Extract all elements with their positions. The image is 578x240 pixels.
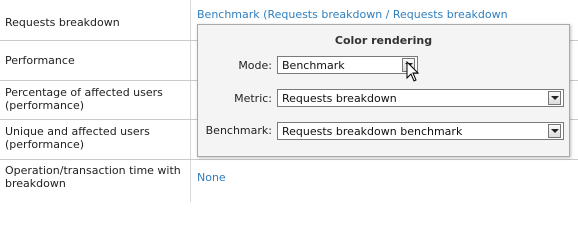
mouse-pointer-icon — [406, 61, 420, 82]
metric-select[interactable]: Requests breakdown — [277, 89, 564, 107]
requests-breakdown-link[interactable]: Benchmark (Requests breakdown / Requests… — [197, 8, 508, 21]
popup-title: Color rendering — [334, 34, 433, 47]
mode-select-value: Benchmark — [282, 59, 345, 72]
mode-label: Mode: — [238, 59, 272, 72]
color-rendering-popup: Color rendering Mode: Benchmark Metric: … — [197, 24, 570, 157]
metric-label: Metric: — [234, 92, 272, 105]
chevron-down-icon[interactable] — [548, 124, 561, 138]
row-label-performance: Performance — [5, 54, 75, 67]
chevron-down-icon[interactable] — [548, 91, 561, 105]
row-label-unique-affected-users: Unique and affected users (performance) — [5, 125, 150, 151]
benchmark-select[interactable]: Requests breakdown benchmark — [277, 122, 564, 140]
table-row: Operation/transaction time with breakdow… — [0, 160, 578, 202]
benchmark-select-value: Requests breakdown benchmark — [282, 125, 463, 138]
operation-time-link[interactable]: None — [197, 171, 226, 184]
metric-select-value: Requests breakdown — [282, 92, 397, 105]
row-label-percentage-affected-users: Percentage of affected users (performanc… — [5, 86, 163, 112]
row-label-requests-breakdown: Requests breakdown — [5, 16, 120, 29]
benchmark-label: Benchmark: — [205, 124, 272, 137]
mode-select[interactable]: Benchmark — [277, 56, 418, 74]
row-label-operation-time: Operation/transaction time with breakdow… — [5, 164, 181, 190]
